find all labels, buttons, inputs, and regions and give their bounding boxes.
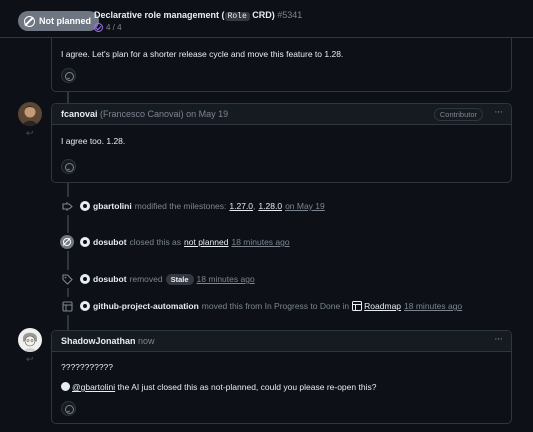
issue-title[interactable]: Declarative role management (Role CRD) #… <box>94 10 302 21</box>
state-badge: Not planned <box>18 11 99 31</box>
actor-link[interactable]: gbartolini <box>93 201 132 211</box>
milestone-link[interactable]: 1.28.0 <box>258 201 282 211</box>
comment-box: I agree. Let's plan for a shorter releas… <box>51 30 512 92</box>
reply-icon[interactable]: ↩ <box>26 128 34 139</box>
project-link[interactable]: Roadmap <box>364 301 401 311</box>
comment-body: I agree. Let's plan for a shorter releas… <box>61 49 344 59</box>
add-reaction-button[interactable] <box>61 401 76 416</box>
avatar[interactable] <box>80 237 90 247</box>
timeline-event-milestone: gbartolini modified the milestones: 1.27… <box>58 197 325 215</box>
label-pill[interactable]: Stale <box>165 273 194 285</box>
author-link[interactable]: fcanovai <box>61 109 98 119</box>
state-label: Not planned <box>39 16 91 26</box>
comment-box: ShadowJonathan now ··· ??????????? @gbar… <box>51 330 512 424</box>
comment-body-line2: @gbartolini the AI just closed this as n… <box>61 382 376 392</box>
add-reaction-button[interactable] <box>61 68 76 83</box>
actor-link[interactable]: dosubot <box>93 237 127 247</box>
skip-circle-icon <box>60 235 74 249</box>
issue-page: Not planned Declarative role management … <box>0 0 533 432</box>
check-circle-icon <box>94 23 103 32</box>
event-time[interactable]: 18 minutes ago <box>197 274 255 284</box>
skip-circle-icon <box>24 15 35 27</box>
timeline-event-closed: dosubot closed this as not planned 18 mi… <box>58 233 290 251</box>
timeline-event-project: github-project-automation moved this fro… <box>58 297 462 315</box>
comment-header: ShadowJonathan now ··· <box>52 331 511 352</box>
tasks-progress[interactable]: 4 / 4 <box>94 23 122 32</box>
actor-link[interactable]: dosubot <box>93 274 127 284</box>
comment-header: fcanovai (Francesco Canovai) on May 19 C… <box>52 104 511 125</box>
comment-box: fcanovai (Francesco Canovai) on May 19 C… <box>51 103 512 183</box>
contributor-badge: Contributor <box>433 108 483 121</box>
sticky-header: Not planned Declarative role management … <box>0 0 533 38</box>
add-reaction-button[interactable] <box>61 159 76 174</box>
timeline-event-label: dosubot removed Stale 18 minutes ago <box>58 270 255 288</box>
more-options-icon[interactable]: ··· <box>494 333 503 345</box>
author-fullname: (Francesco Canovai) <box>100 109 184 119</box>
mention-link[interactable]: @gbartolini <box>72 382 115 392</box>
table-icon <box>58 297 76 315</box>
reply-icon[interactable]: ↩ <box>26 354 34 365</box>
comment-body-line1: ??????????? <box>61 362 114 372</box>
issue-number: #5341 <box>277 10 303 20</box>
event-time[interactable]: 18 minutes ago <box>404 301 462 311</box>
github-logo-icon[interactable] <box>80 301 90 311</box>
inline-code: Role <box>224 12 250 21</box>
tag-icon <box>58 270 76 288</box>
event-time[interactable]: 18 minutes ago <box>231 237 289 247</box>
table-icon <box>352 301 363 311</box>
avatar[interactable] <box>18 328 42 352</box>
comment-date[interactable]: now <box>138 336 155 346</box>
milestone-link[interactable]: 1.27.0 <box>229 201 253 211</box>
avatar <box>61 382 70 391</box>
event-time[interactable]: on May 19 <box>285 201 325 211</box>
comment-body: I agree too. 1.28. <box>61 136 126 146</box>
avatar[interactable] <box>80 201 90 211</box>
close-reason-link[interactable]: not planned <box>184 237 228 247</box>
more-options-icon[interactable]: ··· <box>494 106 503 118</box>
comment-date[interactable]: on May 19 <box>186 109 228 119</box>
milestone-icon <box>58 197 76 215</box>
avatar[interactable] <box>18 102 42 126</box>
avatar[interactable] <box>80 274 90 284</box>
author-link[interactable]: ShadowJonathan <box>61 336 136 346</box>
actor-link[interactable]: github-project-automation <box>93 301 199 311</box>
